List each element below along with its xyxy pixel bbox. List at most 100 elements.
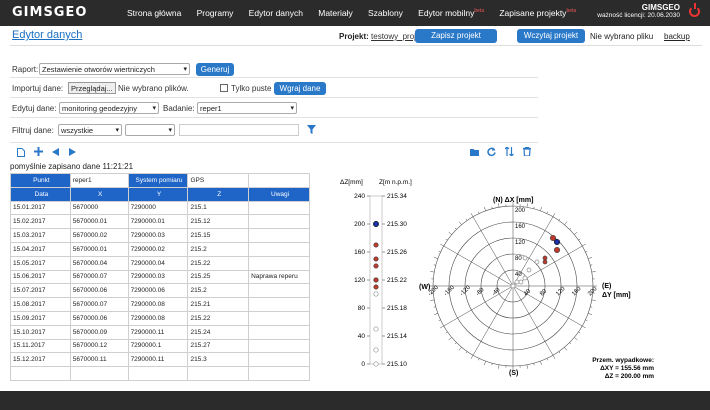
nav-data-editor[interactable]: Edytor danych	[249, 8, 303, 18]
table-cell[interactable]: 7290000.04	[127, 255, 189, 271]
table-cell[interactable]: 215.1	[187, 200, 250, 216]
table-cell[interactable]: 7290000.02	[127, 241, 189, 257]
table-cell[interactable]: 7290000.11	[127, 324, 189, 340]
sort-icon[interactable]	[505, 147, 514, 156]
load-project-button[interactable]: Wczytaj projekt	[517, 29, 585, 43]
table-cell[interactable]: 5670000.04	[69, 255, 129, 271]
table-cell[interactable]: 215.24	[187, 324, 250, 340]
logo[interactable]: GIMSGEO	[12, 5, 87, 20]
nav-materials[interactable]: Materiały	[318, 8, 352, 18]
table-cell[interactable]	[248, 228, 310, 243]
table-cell[interactable]: 5670000.12	[69, 338, 129, 354]
table-cell[interactable]: 5670000.09	[69, 324, 129, 340]
table-cell[interactable]: 5670000.01	[69, 214, 129, 230]
filter-select-2[interactable]	[125, 124, 175, 136]
col-z[interactable]: Z	[187, 186, 250, 202]
table-cell[interactable]: 15.11.2017	[10, 338, 71, 354]
table-cell[interactable]: 5670000.07	[69, 297, 129, 312]
table-row[interactable]: 15.02.2017 5670000.01 7290000.01 215.12	[10, 214, 310, 230]
folder-icon[interactable]	[470, 148, 479, 156]
save-project-button[interactable]: Zapisz projekt	[415, 29, 497, 43]
table-row[interactable]: 15.12.2017 5670000.11 7290000.11 215.3	[10, 352, 310, 368]
table-cell[interactable]	[248, 200, 310, 216]
table-cell[interactable]: 15.07.2017	[10, 283, 71, 299]
study-select[interactable]: reper1	[197, 102, 297, 114]
edit-select[interactable]: monitoring geodezyjny	[59, 102, 159, 114]
table-cell[interactable]: 15.06.2017	[10, 269, 71, 285]
col-x[interactable]: X	[69, 186, 129, 202]
table-cell[interactable]: 5670000.01	[69, 241, 129, 257]
table-cell[interactable]	[187, 366, 250, 381]
table-cell[interactable]: 215.15	[187, 228, 250, 243]
table-cell[interactable]: 7290000.03	[127, 228, 189, 243]
table-cell[interactable]	[69, 366, 129, 381]
table-cell[interactable]	[10, 366, 71, 381]
table-row[interactable]: 15.07.2017 5670000.06 7290000.06 215.2	[10, 283, 310, 299]
table-cell[interactable]: 5670000.06	[69, 310, 129, 326]
table-cell[interactable]	[248, 310, 310, 326]
table-cell[interactable]: 15.01.2017	[10, 200, 71, 216]
table-cell[interactable]	[248, 352, 310, 368]
backup-link[interactable]: backup	[664, 32, 690, 41]
table-cell[interactable]: 5670000.11	[69, 352, 129, 368]
next-icon[interactable]	[68, 148, 76, 156]
table-row[interactable]: 15.01.2017 5670000 7290000 215.1	[10, 200, 310, 216]
table-cell[interactable]: 7290000.03	[127, 269, 189, 285]
table-row[interactable]: 15.09.2017 5670000.06 7290000.08 215.22	[10, 310, 310, 326]
table-cell[interactable]: 7290000.06	[127, 283, 189, 299]
table-row[interactable]: 15.06.2017 5670000.07 7290000.03 215.25 Napr…	[10, 269, 310, 285]
table-cell[interactable]: 5670000	[69, 200, 129, 216]
new-file-icon[interactable]	[17, 148, 25, 157]
table-cell[interactable]	[248, 214, 310, 230]
table-cell[interactable]	[248, 297, 310, 312]
table-cell[interactable]: 5670000.06	[69, 283, 129, 299]
page-title[interactable]: Edytor danych	[12, 29, 82, 41]
table-cell[interactable]: 5670000.07	[69, 269, 129, 285]
prev-icon[interactable]	[52, 148, 60, 156]
table-cell[interactable]: 5670000.02	[69, 228, 129, 243]
table-row[interactable]: 15.04.2017 5670000.01 7290000.02 215.2	[10, 241, 310, 257]
only-empty-checkbox[interactable]	[220, 84, 228, 92]
table-cell[interactable]: 7290000.08	[127, 297, 189, 312]
table-cell[interactable]: Naprawa reperu	[248, 269, 310, 285]
table-cell[interactable]: 215.2	[187, 241, 250, 257]
table-cell[interactable]: 215.21	[187, 297, 250, 312]
table-cell[interactable]: 15.04.2017	[10, 241, 71, 257]
trash-icon[interactable]	[523, 147, 531, 156]
table-row[interactable]: 15.11.2017 5670000.12 7290000.1 215.27	[10, 338, 310, 354]
load-data-button[interactable]: Wgraj dane	[274, 82, 326, 95]
table-row[interactable]: 15.10.2017 5670000.09 7290000.11 215.24	[10, 324, 310, 340]
table-cell[interactable]	[248, 283, 310, 299]
nav-programs[interactable]: Programy	[197, 8, 234, 18]
meta-point-value[interactable]: reper1	[69, 173, 129, 188]
table-cell[interactable]: 215.22	[187, 310, 250, 326]
power-icon[interactable]	[689, 3, 700, 17]
table-cell[interactable]: 7290000.11	[127, 352, 189, 368]
browse-button[interactable]: Przeglądaj...	[68, 82, 116, 94]
table-cell[interactable]: 7290000.1	[127, 338, 189, 354]
table-cell[interactable]: 15.10.2017	[10, 324, 71, 340]
nav-templates[interactable]: Szablony	[368, 8, 403, 18]
refresh-icon[interactable]	[487, 147, 496, 156]
table-cell[interactable]: 15.05.2017	[10, 255, 71, 271]
table-cell[interactable]: 215.22	[187, 255, 250, 271]
table-cell[interactable]: 7290000.01	[127, 214, 189, 230]
nav-mobile-editor[interactable]: Edytor mobilnybeta	[418, 8, 484, 18]
table-cell[interactable]: 215.2	[187, 283, 250, 299]
filter-icon[interactable]	[307, 125, 316, 134]
table-cell[interactable]: 7290000.08	[127, 310, 189, 326]
table-cell[interactable]: 215.27	[187, 338, 250, 354]
filter-select[interactable]: wszystkie	[58, 124, 122, 136]
meta-system-value[interactable]: GPS	[187, 173, 250, 188]
table-row[interactable]: 15.03.2017 5670000.02 7290000.03 215.15	[10, 228, 310, 243]
col-y[interactable]: Y	[127, 186, 189, 202]
nav-saved-projects[interactable]: Zapisane projektybeta	[499, 8, 576, 18]
table-cell[interactable]	[248, 338, 310, 354]
table-cell[interactable]: 15.12.2017	[10, 352, 71, 368]
add-icon[interactable]	[34, 147, 43, 156]
table-cell[interactable]	[127, 366, 189, 381]
table-cell[interactable]: 7290000	[127, 200, 189, 216]
table-cell[interactable]: 215.3	[187, 352, 250, 368]
col-notes[interactable]: Uwagi	[248, 186, 310, 202]
table-cell[interactable]: 215.12	[187, 214, 250, 230]
